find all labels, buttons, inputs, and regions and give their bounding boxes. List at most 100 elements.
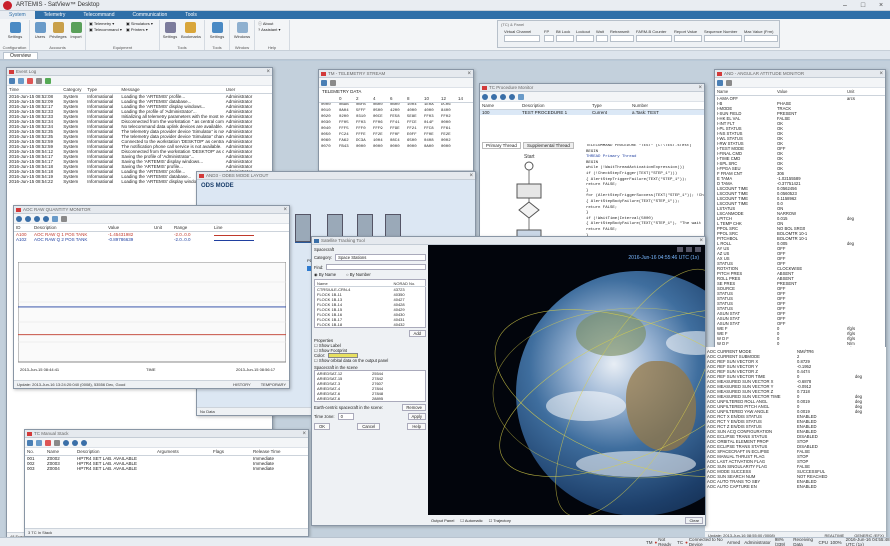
pause-icon[interactable] — [72, 439, 78, 446]
time-zone-select[interactable]: 0 — [337, 413, 354, 420]
view-control-icon[interactable] — [686, 247, 692, 252]
column-header-type[interactable]: Type — [85, 86, 120, 94]
tc-retransmit-field[interactable] — [610, 35, 634, 42]
stop-icon[interactable] — [500, 93, 506, 100]
sort-by-number-radio[interactable]: ○ By Number — [346, 272, 371, 277]
play-icon[interactable] — [482, 93, 488, 100]
view-control-icon[interactable] — [677, 247, 683, 252]
event-row[interactable]: 2016-Jun-15 08:52:09 System Informational L… — [7, 99, 272, 104]
event-row[interactable]: 2016-Jun-15 08:54:17 System Informational S… — [7, 159, 272, 164]
step-icon[interactable] — [509, 93, 515, 100]
apply-button[interactable]: Apply — [407, 413, 426, 420]
spacecraft-row[interactable]: FLOCK 1B-18 40432 — [315, 322, 426, 328]
procedure-titlebar[interactable]: TC Procedure Monitor × — [480, 84, 704, 92]
open-icon[interactable] — [27, 439, 33, 446]
procedure-row[interactable]: 100 TEST PROCEDURE 1 Current a.Task: TEST — [480, 109, 704, 115]
close-icon[interactable]: × — [266, 68, 270, 76]
event-row[interactable]: 2016-Jun-15 08:52:59 System Informational T… — [7, 144, 272, 149]
tools2-settings-button[interactable]: Settings — [208, 22, 226, 39]
tc-lockout-field[interactable] — [576, 35, 594, 42]
menu-tools[interactable]: Tools — [176, 11, 206, 19]
clear-button[interactable]: Clear — [685, 516, 703, 524]
open-icon[interactable] — [321, 79, 327, 86]
close-icon[interactable]: × — [467, 70, 471, 78]
flow-start-node[interactable] — [524, 161, 534, 171]
close-icon[interactable]: × — [698, 84, 702, 92]
rewind-icon[interactable] — [34, 215, 40, 222]
pause-icon[interactable] — [25, 215, 31, 222]
tc-report-value-field[interactable] — [674, 35, 702, 42]
print-icon[interactable] — [36, 77, 42, 84]
zoom-icon[interactable] — [52, 215, 58, 222]
cancel-button[interactable]: Cancel — [357, 423, 381, 430]
close-icon[interactable]: × — [283, 206, 287, 214]
trajectory-checkbox[interactable]: ☐ Trajectory — [489, 518, 511, 523]
clear-icon[interactable] — [27, 77, 33, 84]
tc-bitlock-field[interactable] — [556, 35, 574, 42]
print-icon[interactable] — [726, 79, 732, 86]
event-row[interactable]: 2016-Jun-15 08:52:33 System Informational I… — [7, 114, 272, 119]
minimize-icon[interactable]: – — [836, 2, 854, 9]
remove-button[interactable]: Remove — [402, 404, 426, 411]
event-row[interactable]: 2016-Jun-15 08:52:35 System Informational T… — [7, 134, 272, 139]
tc-sequence-number-field[interactable] — [704, 35, 742, 42]
scene-spacecraft-row[interactable]: ARIEDSAT-6 28895 — [315, 396, 426, 402]
telecommand-dropdown[interactable]: ▣ Telecommand ▾ — [89, 27, 122, 33]
users-button[interactable]: Users — [31, 22, 49, 39]
event-log-titlebar[interactable]: Event Log × — [7, 68, 272, 76]
close-icon[interactable]: × — [872, 2, 890, 9]
privileges-button[interactable]: Privileges — [49, 22, 67, 39]
flow-step-node[interactable] — [516, 183, 542, 199]
add-button[interactable]: Add — [408, 330, 426, 337]
stop-icon[interactable] — [81, 439, 87, 446]
print-icon[interactable] — [330, 79, 336, 86]
tc-farm-counter-field[interactable] — [636, 35, 672, 42]
hex-row[interactable]: 0030 FF05 FF03 FF06 FF41 FFCE 014F 0000 — [319, 120, 473, 126]
event-row[interactable]: 2016-Jun-15 08:52:34 System Informational D… — [7, 119, 272, 124]
event-row[interactable]: 2016-Jun-15 08:54:18 System Informational S… — [7, 164, 272, 169]
tc-virtual-channel-field[interactable] — [504, 35, 540, 42]
hex-row[interactable]: 0000 0B9B 0BFB 0B00 0B00 1004 1E0A DC06 — [319, 102, 473, 108]
event-row[interactable]: 2016-Jun-15 08:52:59 System Informational C… — [7, 139, 272, 144]
play-icon[interactable] — [63, 439, 69, 446]
import-button[interactable]: Import — [67, 22, 85, 39]
graph-titlebar[interactable]: AOC RAW QUANTITY MONITOR × — [14, 206, 289, 214]
hex-row[interactable]: 0020 0200 0310 00CE FE58 5E8E FF03 FF02 — [319, 114, 473, 120]
event-row[interactable]: 2016-Jun-15 08:52:08 System Informational L… — [7, 93, 272, 99]
flow-condition-node[interactable] — [518, 201, 540, 219]
telecommand-titlebar[interactable]: TC Manual Stack × — [25, 430, 308, 438]
tab-overview[interactable]: Overview — [3, 52, 38, 60]
earth-view[interactable]: 2016-Jun-16 04:55:46 UTC (1x) — [428, 245, 705, 517]
graph-series-row[interactable]: A102 AOC RAW Q 2 POS TANK -0.89786639 -2.0.… — [14, 237, 289, 242]
assistant-button[interactable]: ? Assistant ▾ — [258, 27, 280, 33]
settings-button[interactable]: Settings — [6, 22, 24, 39]
parameters-titlebar[interactable]: AND - ANGULAR ATTITUDE MONITOR × — [715, 70, 885, 78]
view-control-icon[interactable] — [695, 247, 701, 252]
tab-supplemental-thread[interactable]: Supplemental Thread — [522, 142, 574, 149]
event-row[interactable]: 2016-Jun-15 08:52:33 System Informational L… — [7, 109, 272, 114]
delete-icon[interactable] — [45, 439, 51, 446]
close-icon[interactable]: × — [302, 430, 306, 438]
play-icon[interactable] — [16, 215, 22, 222]
add-icon[interactable] — [36, 439, 42, 446]
close-icon[interactable]: × — [699, 237, 703, 245]
menu-telecommand[interactable]: Telecommand — [74, 11, 123, 19]
close-icon[interactable]: × — [469, 172, 473, 180]
category-select[interactable]: Space Stations — [335, 254, 426, 261]
refresh-icon[interactable] — [45, 77, 51, 84]
tc-max-value-field[interactable] — [744, 35, 778, 42]
ods-mode-titlebar[interactable]: AND3 - ODBS MODE LAYOUT × — [197, 172, 475, 180]
column-header-message[interactable]: Message — [119, 86, 224, 94]
event-row[interactable]: 2016-Jun-15 08:52:34 System Informational N… — [7, 124, 272, 129]
attitude-row[interactable]: AOC AUTO CAPTURE EN ENABLED — [705, 484, 886, 489]
telecommand-row[interactable]: 003 Z0004 HP7R4 SET LAB. AVAILABLE Immediat… — [25, 466, 308, 471]
tc-fp-field[interactable] — [544, 35, 554, 42]
menu-telemetry[interactable]: Telemetry — [35, 11, 75, 19]
show-orbital-data-checkbox[interactable]: ☐ Show orbital data on the output panel — [314, 358, 426, 363]
windows-button[interactable]: Windows — [233, 22, 251, 39]
forward-icon[interactable] — [43, 215, 49, 222]
menu-system[interactable]: System — [0, 11, 35, 19]
ok-button[interactable]: OK — [314, 423, 331, 430]
hex-row[interactable]: 0010 0A04 5FFF 0500 4200 4000 4000 8400 — [319, 108, 473, 114]
event-row[interactable]: 2016-Jun-15 08:54:12 System Informational D… — [7, 149, 272, 154]
